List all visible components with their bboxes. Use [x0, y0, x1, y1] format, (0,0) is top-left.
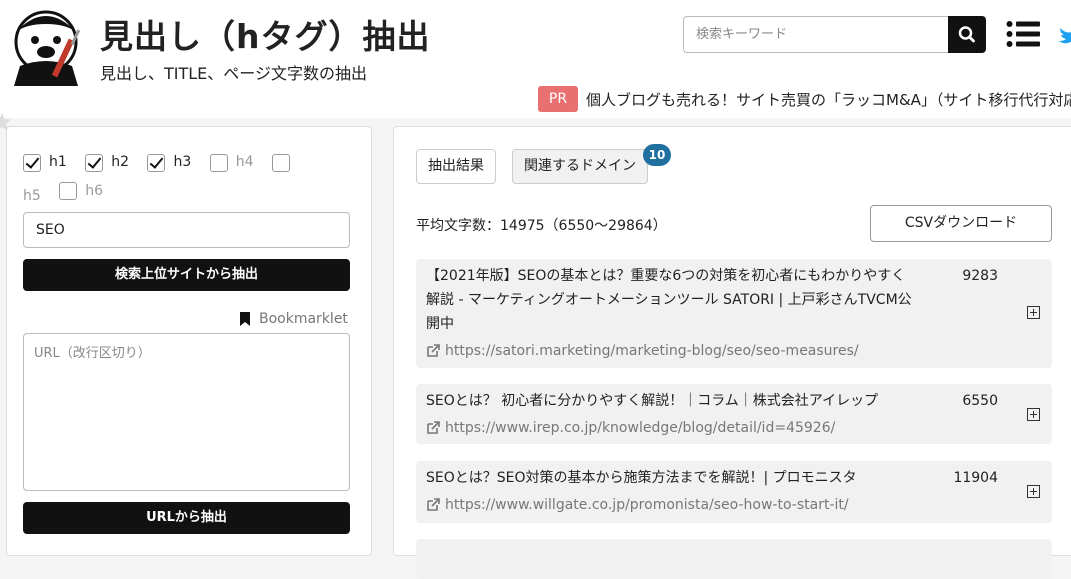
search-input[interactable] [683, 16, 948, 53]
related-domains-count-badge: 10 [643, 144, 671, 166]
result-char-count: 9283 [962, 268, 998, 284]
checkbox-h5-label-wrap[interactable]: h5 [23, 185, 41, 208]
result-title: SEOとは？SEO対策の基本から施策方法までを解説！| プロモニスタ [426, 470, 857, 486]
bookmarklet-link[interactable]: Bookmarklet [239, 311, 348, 327]
site-header: 見出し（hタグ）抽出 見出し、TITLE、ページ文字数の抽出 PR 個人ブログも売… [0, 0, 1071, 118]
otter-mascot-logo[interactable] [6, 2, 86, 86]
result-url-text: https://www.willgate.co.jp/promonista/se… [445, 497, 849, 513]
site-search [683, 16, 986, 53]
checkbox-h1[interactable]: h1 [23, 151, 67, 174]
twitter-icon[interactable] [1058, 22, 1071, 46]
checkbox-h4-label: h4 [235, 154, 254, 170]
checkbox-h5[interactable] [271, 153, 298, 172]
page-title[interactable]: 見出し（hタグ）抽出 [100, 10, 431, 58]
page-subtitle: 見出し、TITLE、ページ文字数の抽出 [100, 64, 367, 83]
result-url-text: https://www.irep.co.jp/knowledge/blog/de… [445, 420, 836, 436]
pr-link-text[interactable]: 個人ブログも売れる！サイト売買の「ラッコM&A」（サイト移行代行対応 [586, 89, 1071, 110]
keyword-input[interactable]: SEO [23, 212, 350, 248]
average-char-count: 平均文字数：14975（6550〜29864） [416, 218, 667, 234]
extract-from-url-button[interactable]: URLから抽出 [23, 502, 350, 534]
csv-download-button[interactable]: CSVダウンロード [870, 205, 1052, 242]
results-panel: 抽出結果 関連するドメイン 10 平均文字数：14975（6550〜29864）… [393, 126, 1071, 579]
checkbox-h3[interactable]: h3 [147, 151, 191, 174]
checkbox-h4-box[interactable] [209, 153, 228, 172]
heading-level-checkboxes: h1 h2 h3 h4 h5 h6 [23, 151, 343, 208]
result-char-count: 11904 [953, 470, 998, 486]
result-title: SEOとは？ 初心者に分かりやすく解説！｜コラム｜株式会社アイレップ [426, 393, 879, 409]
checkbox-h5-label: h5 [23, 188, 41, 204]
checkbox-h2[interactable]: h2 [85, 151, 129, 174]
external-link-icon [427, 344, 440, 357]
search-button[interactable] [948, 16, 986, 53]
checkbox-h1-box[interactable] [23, 153, 41, 172]
checkbox-h6-label: h6 [85, 182, 104, 199]
checkbox-h1-label: h1 [49, 154, 67, 170]
bookmarklet-label: Bookmarklet [259, 311, 348, 327]
result-item: SEOとは？ 初心者に分かりやすく解説！｜コラム｜株式会社アイレップ 6550 … [416, 384, 1052, 444]
external-link-icon [427, 421, 440, 434]
pr-badge: PR [538, 86, 578, 112]
url-list-textarea[interactable] [23, 333, 350, 491]
expand-plus-icon[interactable] [1027, 306, 1040, 319]
result-url-text: https://satori.marketing/marketing-blog/… [445, 343, 859, 359]
tab-related-domains[interactable]: 関連するドメイン [512, 149, 648, 184]
result-item: SEOとは？SEO対策の基本から施策方法までを解説！| プロモニスタ 11904… [416, 461, 1052, 523]
result-url-link[interactable]: https://satori.marketing/marketing-blog/… [426, 343, 859, 359]
pr-banner[interactable]: PR 個人ブログも売れる！サイト売買の「ラッコM&A」（サイト移行代行対応 [538, 86, 1071, 112]
tab-extract-results[interactable]: 抽出結果 [416, 149, 496, 184]
expand-plus-icon[interactable] [1027, 485, 1040, 498]
checkbox-h3-box[interactable] [147, 153, 166, 172]
checkbox-h4[interactable]: h4 [209, 151, 254, 174]
extract-from-top-sites-button[interactable]: 検索上位サイトから抽出 [23, 259, 350, 291]
checkbox-h6-box[interactable] [59, 182, 78, 200]
checkbox-h3-label: h3 [173, 154, 192, 170]
checkbox-h2-label: h2 [111, 154, 130, 170]
menu-icon[interactable] [1006, 20, 1040, 48]
checkbox-h6[interactable]: h6 [59, 180, 103, 203]
result-char-count: 6550 [962, 393, 998, 409]
extract-form-panel: h1 h2 h3 h4 h5 h6 SEO 検索上位サイトから抽出 Bookma… [6, 126, 372, 556]
checkbox-h5-box[interactable] [271, 153, 290, 172]
result-url-link[interactable]: https://www.irep.co.jp/knowledge/blog/de… [426, 420, 835, 436]
checkbox-h2-box[interactable] [85, 153, 104, 172]
search-icon [958, 26, 975, 43]
expand-plus-icon[interactable] [1027, 408, 1040, 421]
external-link-icon [427, 498, 440, 511]
result-item: 【2021年版】SEOの基本とは？重要な6つの対策を初心者にもわかりやすく解説 … [416, 259, 1052, 368]
result-title: 【2021年版】SEOの基本とは？重要な6つの対策を初心者にもわかりやすく解説 … [426, 268, 912, 332]
result-item [416, 539, 1052, 579]
result-url-link[interactable]: https://www.willgate.co.jp/promonista/se… [426, 497, 849, 513]
bookmark-icon [240, 312, 250, 326]
